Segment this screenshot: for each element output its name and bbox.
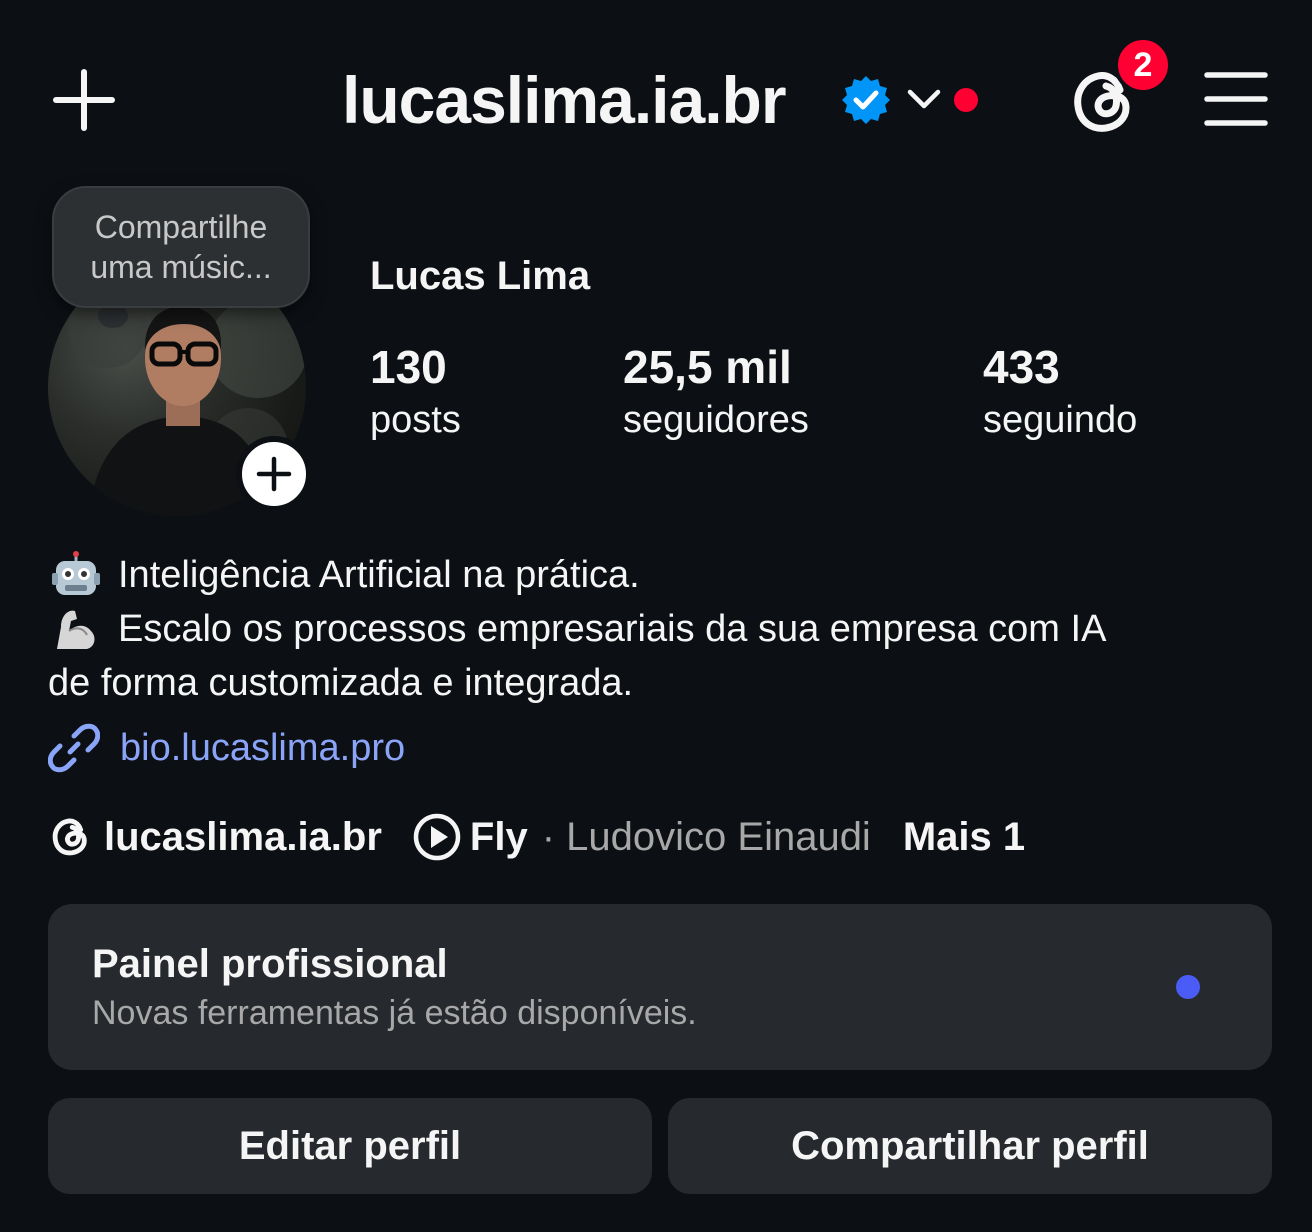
more-label: Mais 1 <box>902 814 1026 859</box>
share-profile-button[interactable]: Compartilhar perfil <box>668 1098 1272 1194</box>
stat-label: seguindo <box>983 399 1138 441</box>
add-story-button[interactable] <box>236 436 312 512</box>
stat-posts[interactable]: 130 posts <box>370 340 461 446</box>
stat-label: seguidores <box>623 399 809 441</box>
hamburger-menu-icon[interactable] <box>1204 70 1268 128</box>
music-chip[interactable]: Fly · Ludovico Einaudi <box>412 812 871 862</box>
stat-value: 130 <box>370 341 447 393</box>
notification-badge: 2 <box>1114 36 1172 94</box>
unread-dot <box>954 88 978 112</box>
robot-emoji-icon <box>48 550 104 600</box>
bio: Inteligência Artificial na prática. Esca… <box>48 548 1268 710</box>
stat-followers[interactable]: 25,5 mil seguidores <box>623 340 809 446</box>
add-icon <box>256 456 292 492</box>
bio-text: Inteligência Artificial na prática. <box>118 554 640 596</box>
new-indicator-dot <box>1176 975 1200 999</box>
panel-subtitle: Novas ferramentas já estão disponíveis. <box>92 994 697 1032</box>
play-circle-icon <box>413 813 461 861</box>
account-username[interactable]: lucaslima.ia.br <box>342 62 787 138</box>
flexed-biceps-emoji-icon <box>48 604 104 654</box>
panel-title: Painel profissional <box>92 942 448 986</box>
professional-dashboard-card[interactable] <box>48 904 1272 1070</box>
song-title: Fly <box>469 814 528 859</box>
edit-profile-button[interactable]: Editar perfil <box>48 1098 652 1194</box>
verified-badge-icon <box>842 76 890 124</box>
bio-link-text: bio.lucaslima.pro <box>120 726 406 769</box>
threads-chip[interactable]: lucaslima.ia.br <box>48 814 382 860</box>
threads-icon <box>52 818 87 856</box>
stat-label: posts <box>370 399 461 441</box>
bio-line: de forma customizada e integrada. <box>48 656 1268 710</box>
full-name: Lucas Lima <box>370 254 591 298</box>
note-bubble[interactable]: Compartilhe uma músic... <box>52 186 310 308</box>
stat-value: 433 <box>983 341 1060 393</box>
profile-chips: lucaslima.ia.br Fly · Ludovico Einaudi M… <box>48 812 1025 862</box>
note-text: Compartilhe uma músic... <box>90 209 272 285</box>
bio-text: de forma customizada e integrada. <box>48 662 634 704</box>
link-icon <box>48 723 100 773</box>
stat-following[interactable]: 433 seguindo <box>983 340 1137 446</box>
bio-line: Inteligência Artificial na prática. <box>48 548 1268 602</box>
stat-value: 25,5 mil <box>623 341 792 393</box>
chevron-down-icon[interactable] <box>904 82 944 118</box>
bio-link[interactable]: bio.lucaslima.pro <box>48 722 405 774</box>
create-plus-icon[interactable] <box>52 68 116 132</box>
bio-text: Escalo os processos empresariais da sua … <box>118 608 1107 650</box>
bio-line: Escalo os processos empresariais da sua … <box>48 602 1268 656</box>
threads-handle: lucaslima.ia.br <box>104 814 382 859</box>
more-chip[interactable]: Mais 1 <box>903 815 1025 860</box>
song-artist: · Ludovico Einaudi <box>541 814 871 859</box>
